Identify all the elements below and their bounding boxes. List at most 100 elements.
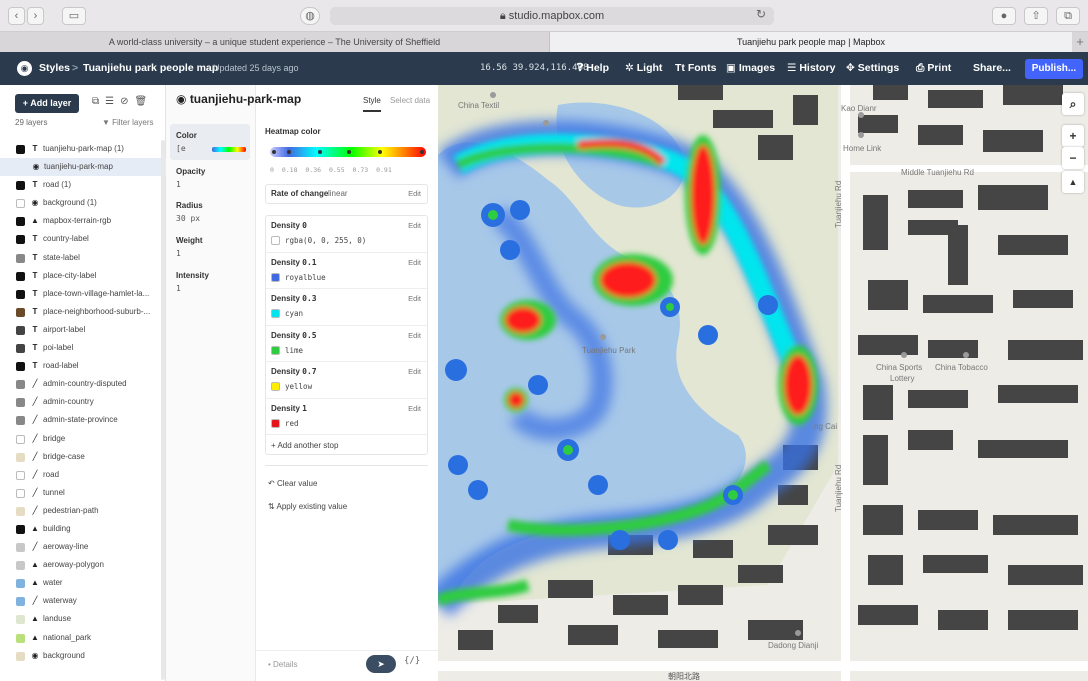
- share-button[interactable]: Share...: [973, 52, 1011, 85]
- layer-color-swatch[interactable]: [16, 543, 25, 553]
- reload-icon[interactable]: ↻: [756, 7, 766, 21]
- ramp-handle[interactable]: [272, 150, 276, 154]
- sidebar-toggle-icon[interactable]: ▭: [62, 7, 86, 25]
- ramp-handle[interactable]: [420, 150, 424, 154]
- publish-button[interactable]: Publish...: [1025, 59, 1083, 79]
- layer-color-swatch[interactable]: [16, 615, 25, 625]
- new-tab-button[interactable]: +: [1072, 32, 1088, 52]
- tab-select-data[interactable]: Select data: [390, 96, 430, 105]
- layer-item[interactable]: ▲ landuse: [0, 610, 166, 628]
- trash-icon[interactable]: 🗑︎: [135, 96, 154, 107]
- settings-button[interactable]: ✥ Settings: [846, 52, 899, 85]
- layer-color-swatch[interactable]: [16, 325, 25, 335]
- layer-item[interactable]: ▲ water: [0, 574, 166, 592]
- browser-tab-sheffield[interactable]: A world-class university – a unique stud…: [0, 32, 550, 52]
- layer-item[interactable]: ◉ tuanjiehu-park-map: [0, 158, 166, 177]
- layer-color-swatch[interactable]: [16, 488, 25, 498]
- edit-stop-link[interactable]: Edit: [408, 258, 421, 267]
- layer-color-swatch[interactable]: [16, 362, 25, 372]
- layer-color-swatch[interactable]: [16, 199, 25, 209]
- layer-color-swatch[interactable]: [16, 416, 25, 426]
- map-search-icon[interactable]: ⌕: [1062, 93, 1084, 115]
- layer-color-swatch[interactable]: [16, 506, 25, 516]
- details-link[interactable]: • Details: [268, 660, 297, 669]
- layer-item[interactable]: ╱ admin-country-disputed: [0, 375, 166, 393]
- layer-item[interactable]: Tpoi-label: [0, 339, 166, 357]
- ramp-handle[interactable]: [287, 150, 291, 154]
- url-bar[interactable]: 🔒︎ studio.mapbox.com: [330, 7, 774, 25]
- compass-icon[interactable]: ▲: [1062, 171, 1084, 193]
- ramp-handle[interactable]: [378, 150, 382, 154]
- group-icon[interactable]: ⧉: [92, 96, 105, 107]
- edit-rate-link[interactable]: Edit: [408, 189, 421, 198]
- layer-color-swatch[interactable]: [16, 181, 25, 191]
- layer-color-swatch[interactable]: [16, 271, 25, 281]
- tab-style[interactable]: Style: [363, 96, 381, 105]
- layer-item[interactable]: ╱ admin-state-province: [0, 411, 166, 429]
- stop-color-chip[interactable]: [271, 382, 280, 391]
- zoom-in-button[interactable]: +: [1062, 125, 1084, 147]
- print-button[interactable]: ⎙ Print: [916, 52, 951, 85]
- stop-color-chip[interactable]: [271, 236, 280, 245]
- duplicate-icon[interactable]: ☰: [105, 96, 120, 107]
- browser-tab-mapbox[interactable]: Tuanjiehu park people map | Mapbox: [550, 32, 1072, 52]
- layer-color-swatch[interactable]: [16, 253, 25, 263]
- layer-color-swatch[interactable]: [16, 217, 25, 227]
- layer-item[interactable]: Tplace-neighborhood-suburb-...: [0, 303, 166, 321]
- extension-icon[interactable]: ◍: [300, 7, 320, 25]
- layer-item[interactable]: Troad-label: [0, 357, 166, 375]
- mapbox-logo-icon[interactable]: ◉: [17, 61, 32, 76]
- stop-color-chip[interactable]: [271, 272, 280, 282]
- share-page-icon[interactable]: ⇧: [1024, 7, 1048, 25]
- stop-color-chip[interactable]: [271, 418, 280, 428]
- layer-color-swatch[interactable]: [16, 344, 25, 354]
- map-canvas[interactable]: Middle Tuanjiehu Rd Tuanjiehu Rd Tuanjie…: [438, 85, 1088, 681]
- layer-item[interactable]: Tplace-town-village-hamlet-la...: [0, 285, 166, 303]
- layer-item[interactable]: Tplace-city-label: [0, 267, 166, 285]
- layer-item[interactable]: ╱ tunnel: [0, 484, 166, 502]
- stop-color-chip[interactable]: [271, 309, 280, 318]
- layer-color-swatch[interactable]: [16, 398, 25, 408]
- layer-color-swatch[interactable]: [16, 434, 25, 444]
- add-stop-button[interactable]: + Add another stop: [271, 441, 338, 450]
- opacity-property-label[interactable]: Opacity: [176, 167, 205, 176]
- layer-item[interactable]: ╱ admin-country: [0, 393, 166, 411]
- layer-item[interactable]: Tcountry-label: [0, 230, 166, 248]
- layer-item[interactable]: ╱ bridge-case: [0, 448, 166, 466]
- layer-item[interactable]: ╱ aeroway-line: [0, 538, 166, 556]
- layer-item[interactable]: ▲ aeroway-polygon: [0, 556, 166, 574]
- layer-color-swatch[interactable]: [16, 579, 25, 589]
- apply-existing-button[interactable]: ⇅ Apply existing value: [268, 502, 347, 511]
- layer-color-swatch[interactable]: [16, 145, 25, 154]
- pointer-icon[interactable]: ➤: [366, 655, 396, 673]
- layer-item[interactable]: ╱ pedestrian-path: [0, 502, 166, 520]
- layer-color-swatch[interactable]: [16, 380, 25, 390]
- layer-color-swatch[interactable]: [16, 235, 25, 245]
- help-button[interactable]: ❓︎ Help: [577, 52, 609, 85]
- edit-stop-link[interactable]: Edit: [408, 404, 421, 413]
- layer-item[interactable]: Ttuanjiehu-park-map (1): [0, 140, 166, 158]
- layer-item[interactable]: ╱ road: [0, 466, 166, 484]
- weight-property-label[interactable]: Weight: [176, 236, 203, 245]
- layer-color-swatch[interactable]: [16, 470, 25, 480]
- edit-stop-link[interactable]: Edit: [408, 294, 421, 303]
- layer-color-swatch[interactable]: [16, 597, 25, 607]
- stop-color-chip[interactable]: [271, 345, 280, 355]
- light-button[interactable]: ✲ Light: [625, 52, 662, 85]
- edit-stop-link[interactable]: Edit: [408, 331, 421, 340]
- clear-value-button[interactable]: ↶ Clear value: [268, 479, 317, 488]
- ramp-handle[interactable]: [347, 150, 351, 154]
- privacy-icon[interactable]: ●: [992, 7, 1016, 25]
- hide-icon[interactable]: ⊘: [120, 96, 134, 107]
- layer-item[interactable]: Tstate-label: [0, 249, 166, 267]
- layer-color-swatch[interactable]: [16, 633, 25, 643]
- layer-color-swatch[interactable]: [16, 524, 25, 534]
- fonts-button[interactable]: Tt Fonts: [675, 52, 716, 85]
- code-editor-button[interactable]: {/}: [404, 656, 420, 666]
- edit-stop-link[interactable]: Edit: [408, 367, 421, 376]
- layer-item[interactable]: Tairport-label: [0, 321, 166, 339]
- layers-scrollbar[interactable]: [161, 140, 165, 680]
- color-property-selected[interactable]: [170, 124, 250, 160]
- back-button[interactable]: ‹: [8, 7, 25, 25]
- styles-link[interactable]: Styles: [39, 52, 70, 85]
